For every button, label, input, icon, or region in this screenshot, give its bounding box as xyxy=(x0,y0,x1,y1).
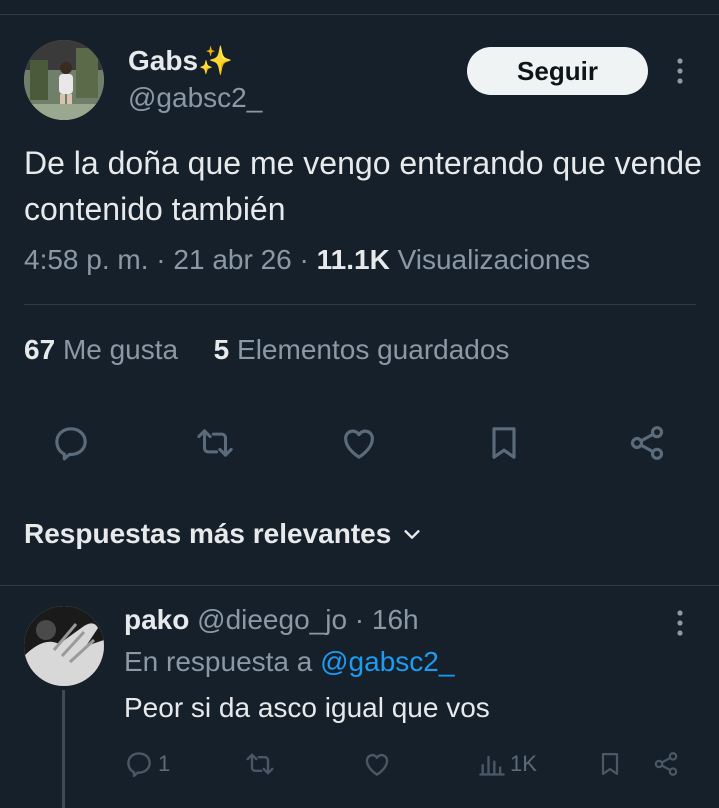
tweet-stats: 67 Me gusta 5 Elementos guardados xyxy=(24,334,509,366)
bookmark-icon[interactable] xyxy=(479,418,529,468)
bookmarks-stat[interactable]: 5 Elementos guardados xyxy=(214,334,510,365)
reply-author-name[interactable]: pako xyxy=(124,604,189,635)
tweet-date[interactable]: 21 abr 26 xyxy=(173,244,291,275)
share-icon[interactable] xyxy=(622,418,672,468)
reply-age[interactable]: 16h xyxy=(372,604,419,635)
views-icon xyxy=(479,755,505,776)
replies-sort-selector[interactable]: Respuestas más relevantes xyxy=(24,518,423,550)
top-divider xyxy=(0,14,719,15)
more-options-icon[interactable] xyxy=(670,56,690,86)
reply-retweet-button[interactable] xyxy=(244,744,276,784)
views-label: Visualizaciones xyxy=(397,244,591,275)
views-count: 11.1K xyxy=(316,244,390,275)
reply-text: Peor si da asco igual que vos xyxy=(124,692,490,723)
divider xyxy=(24,304,696,305)
retweet-icon xyxy=(246,753,274,775)
reply-action-bar: 1 1K xyxy=(0,744,719,784)
sort-label: Respuestas más relevantes xyxy=(24,518,392,549)
reply-header: pako @dieego_jo · 16h xyxy=(124,604,419,635)
reply-more-options-icon[interactable] xyxy=(670,608,690,638)
tweet-text: De la doña que me vengo enterando que ve… xyxy=(24,145,702,227)
reply-like-button[interactable] xyxy=(362,744,392,784)
retweet-icon[interactable] xyxy=(190,418,240,468)
like-icon xyxy=(365,753,389,776)
like-icon[interactable] xyxy=(334,418,384,468)
reply-author-avatar[interactable] xyxy=(24,606,104,686)
reply-mention-link[interactable]: @gabsc2_ xyxy=(320,646,454,677)
author-handle[interactable]: @gabsc2_ xyxy=(128,82,262,114)
follow-button[interactable]: Seguir xyxy=(467,47,648,95)
tweet-action-bar xyxy=(0,418,719,468)
reply-icon xyxy=(127,752,151,778)
bookmark-icon xyxy=(601,752,619,776)
reply-views-count: 1K xyxy=(510,751,537,776)
reply-share-button[interactable] xyxy=(652,744,680,784)
reply-bookmark-button[interactable] xyxy=(596,744,624,784)
sparkles-emoji: ✨ xyxy=(198,45,233,76)
reply-views-button[interactable]: 1K xyxy=(478,744,537,784)
author-name[interactable]: Gabs✨ xyxy=(128,44,233,77)
tweet-time[interactable]: 4:58 p. m. xyxy=(24,244,149,275)
reply-author-handle[interactable]: @dieego_jo xyxy=(197,604,347,635)
reply-icon[interactable] xyxy=(46,418,96,468)
reply-count: 1 xyxy=(158,751,171,776)
share-icon xyxy=(654,752,678,776)
likes-stat[interactable]: 67 Me gusta xyxy=(24,334,178,365)
divider xyxy=(0,585,719,586)
chevron-down-icon xyxy=(404,530,420,539)
reply-reply-button[interactable]: 1 xyxy=(124,744,170,784)
author-avatar[interactable] xyxy=(24,40,104,120)
replying-to: En respuesta a @gabsc2_ xyxy=(124,646,455,677)
tweet-meta: 4:58 p. m. · 21 abr 26 · 11.1K Visualiza… xyxy=(24,244,591,275)
